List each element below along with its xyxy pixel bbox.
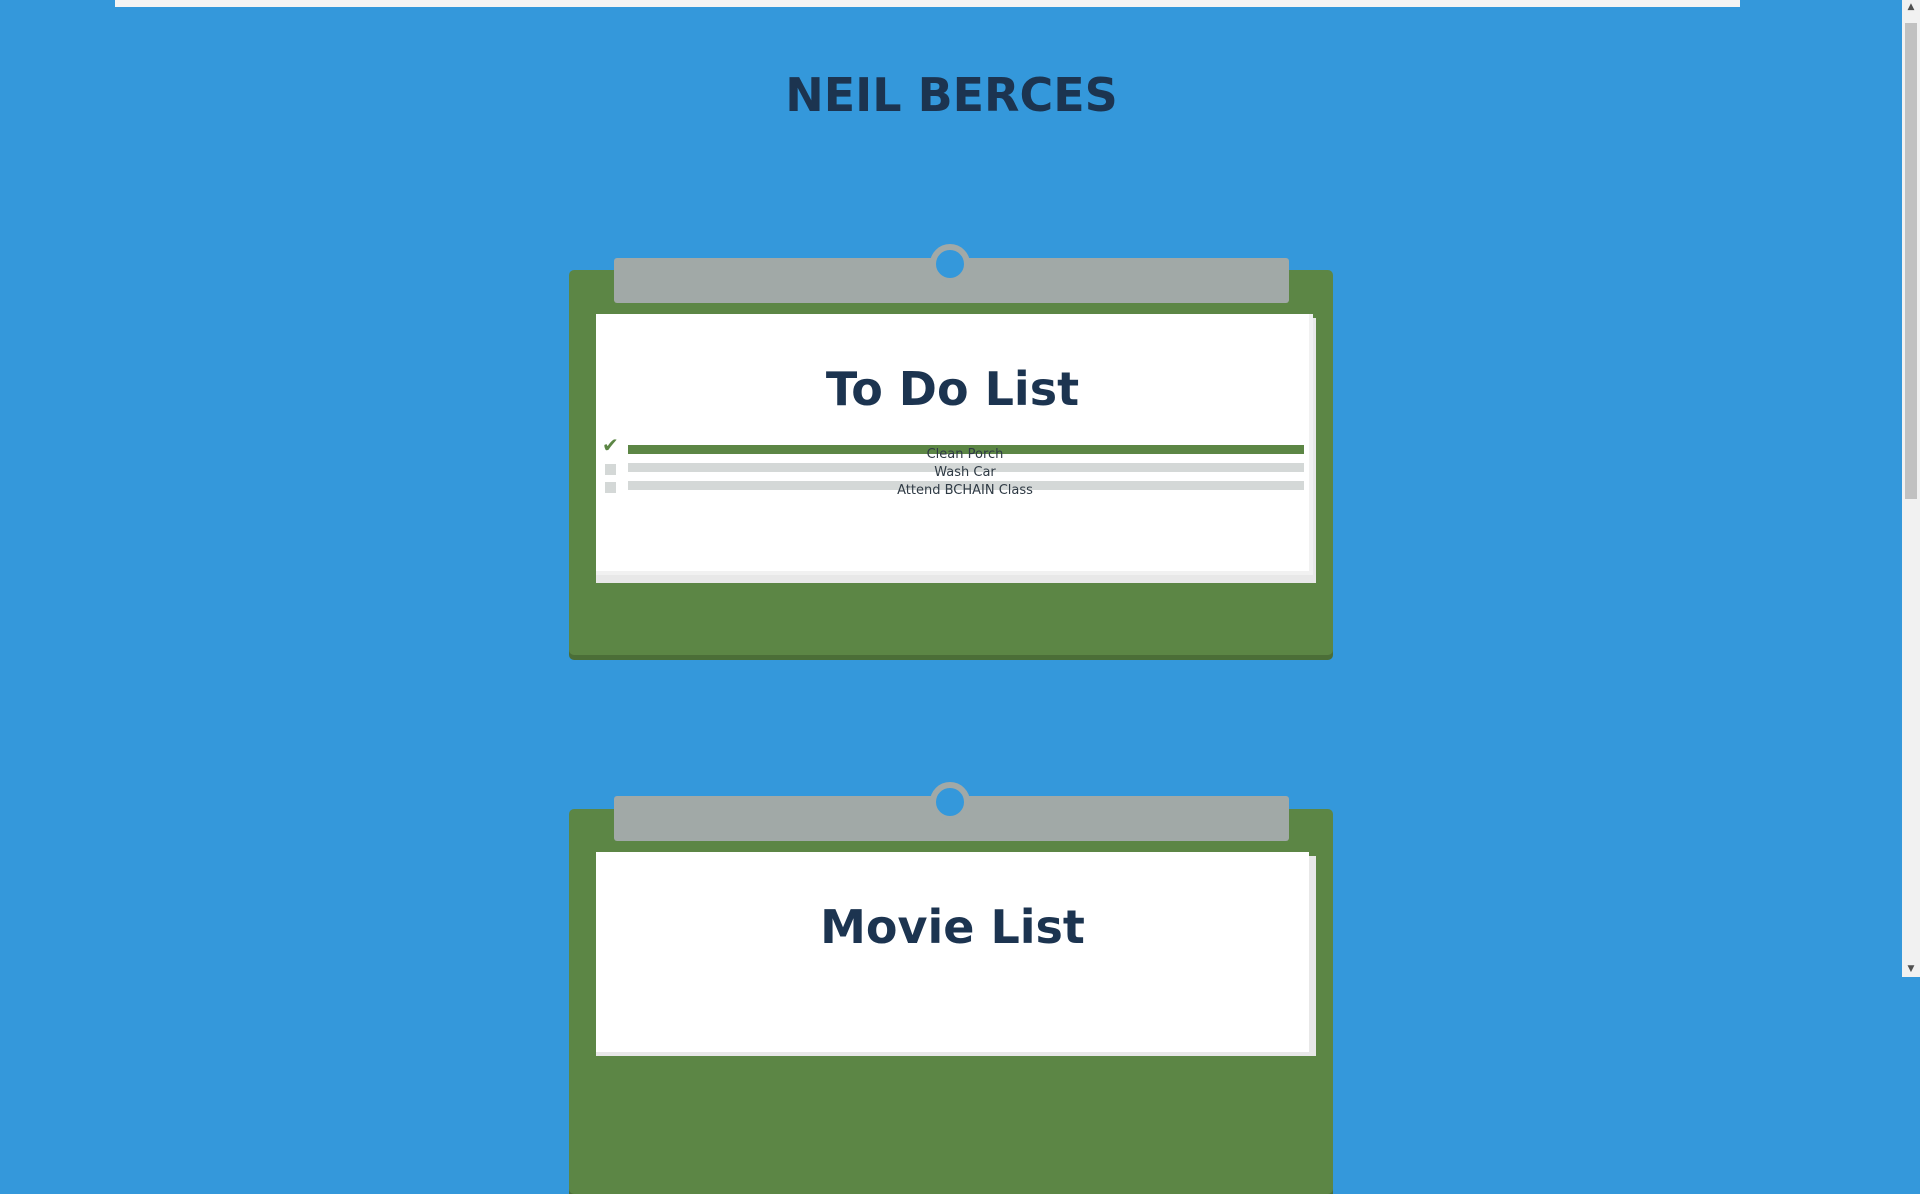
todo-item[interactable]: ✔ Clean Porch bbox=[596, 435, 1309, 462]
top-strip bbox=[115, 0, 1740, 7]
todo-item-label: Attend BCHAIN Class bbox=[897, 483, 1033, 498]
browser-top-edge bbox=[0, 0, 1902, 7]
scroll-down-arrow-icon[interactable]: ▼ bbox=[1902, 964, 1920, 974]
todo-clip-ring bbox=[930, 244, 970, 284]
movie-clip-ring bbox=[930, 782, 970, 822]
page-scrollbar[interactable]: ▲ ▼ bbox=[1902, 0, 1920, 977]
todo-item[interactable]: Attend BCHAIN Class bbox=[596, 478, 1309, 498]
movie-list-title: Movie List bbox=[820, 900, 1085, 954]
scrollbar-thumb[interactable] bbox=[1905, 23, 1917, 499]
todo-list-title: To Do List bbox=[825, 362, 1080, 416]
page-title: NEIL BERCES bbox=[785, 68, 1118, 122]
scroll-up-arrow-icon[interactable]: ▲ bbox=[1902, 2, 1920, 12]
todo-item[interactable]: Wash Car bbox=[596, 460, 1309, 480]
